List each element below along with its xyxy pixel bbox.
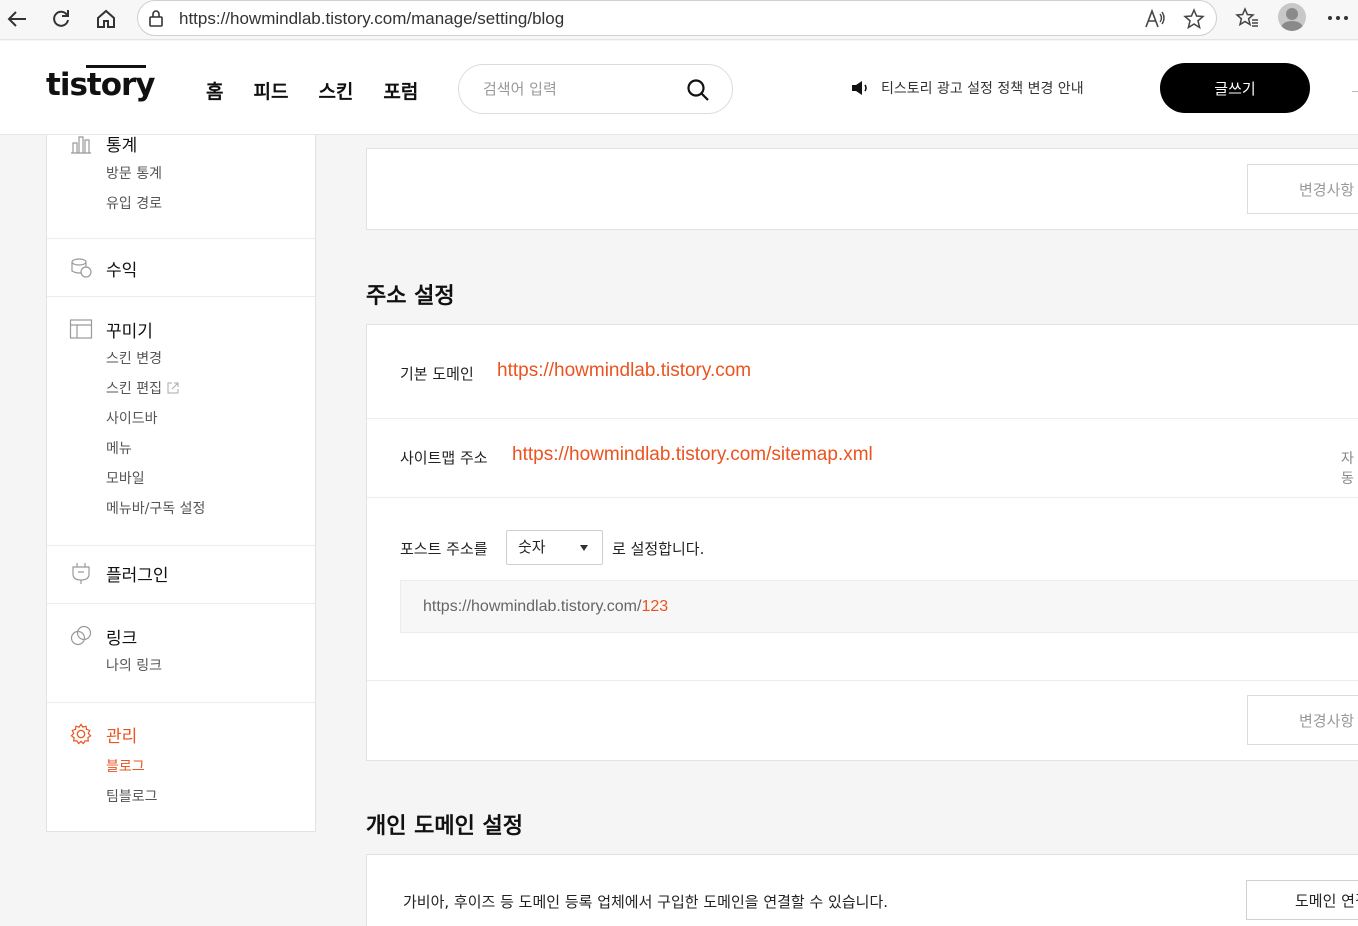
notice-text: 티스토리 광고 설정 정책 변경 안내 [881,81,1084,97]
nav-forum[interactable]: 포럼 [383,77,418,104]
search-box [458,64,733,114]
sitemap-auto-text: 자동 [1341,451,1354,487]
speaker-icon [852,81,867,95]
sidebar-group-link: 링크 나의 링크 [47,604,315,703]
nav-feed[interactable]: 피드 [253,77,288,104]
site-header: tistory 홈 피드 스킨 포럼 티스토리 광고 설정 정책 변경 안내 글… [0,41,1358,135]
preview-post-number: 123 [641,598,669,615]
default-domain-label: 기본 도메인 [400,365,474,383]
manage-sidebar: 통계 방문 통계 유입 경로 수익 꾸미기 스킨 변경 스킨 편집 사이드바 메… [46,135,316,832]
sidebar-item-my-links[interactable]: 나의 링크 [47,651,315,681]
sidebar-group-design: 꾸미기 스킨 변경 스킨 편집 사이드바 메뉴 모바일 메뉴바/구독 설정 [47,297,315,546]
notice-banner[interactable]: 티스토리 광고 설정 정책 변경 안내 [851,78,1084,98]
more-options-icon[interactable] [1325,6,1351,30]
read-aloud-icon[interactable] [1142,7,1168,31]
sitemap-row: 사이트맵 주소 https://howmindlab.tistory.com/s… [367,419,1358,498]
plug-icon [72,563,90,584]
custom-domain-panel: 가비아, 후이즈 등 도메인 등록 업체에서 구입한 도메인을 연결할 수 있습… [366,854,1358,926]
sidebar-title-revenue[interactable]: 수익 [47,253,315,283]
post-address-row: 포스트 주소를 숫자 로 설정합니다. https://howmindlab.t… [367,498,1358,681]
address-settings-panel: 기본 도메인 https://howmindlab.tistory.com 사이… [366,324,1358,761]
sidebar-group-stats: 통계 방문 통계 유입 경로 [47,133,315,239]
post-address-prefix: 포스트 주소를 [400,540,488,558]
sidebar-item-sidebar[interactable]: 사이드바 [47,404,315,434]
save-changes-button[interactable]: 변경사항 [1247,695,1358,745]
coins-icon [71,258,92,278]
sidebar-item-team-blog[interactable]: 팀블로그 [47,782,315,812]
sidebar-group-plugin: 플러그인 [47,546,315,604]
settings-main: 변경사항 주소 설정 기본 도메인 https://howmindlab.tis… [366,135,1358,926]
sitemap-label: 사이트맵 주소 [400,449,488,467]
sidebar-item-referrer[interactable]: 유입 경로 [47,189,315,219]
sidebar-group-revenue: 수익 [47,239,315,297]
tistory-logo[interactable]: tistory [46,65,156,103]
preview-base-url: https://howmindlab.tistory.com/ [423,598,642,615]
link-icon [70,625,92,646]
logo-bar [86,65,146,68]
sidebar-title-design[interactable]: 꾸미기 [47,314,315,344]
search-icon[interactable] [686,78,710,102]
address-section-title: 주소 설정 [366,284,455,309]
post-address-preview: https://howmindlab.tistory.com/123 [400,580,1358,633]
save-changes-button-top[interactable]: 변경사항 [1247,164,1358,214]
gear-icon [70,723,92,745]
lock-icon[interactable] [148,9,164,27]
address-bar[interactable]: https://howmindlab.tistory.com/manage/se… [137,0,1217,36]
browser-toolbar: https://howmindlab.tistory.com/manage/se… [0,0,1358,40]
sidebar-item-menubar-subscribe[interactable]: 메뉴바/구독 설정 [47,494,315,524]
refresh-icon[interactable] [46,4,76,34]
back-icon[interactable] [2,4,32,34]
global-nav: 홈 피드 스킨 포럼 [206,77,448,104]
post-address-select[interactable]: 숫자 [506,530,603,565]
layout-icon [69,319,93,339]
sidebar-item-skin-change[interactable]: 스킨 변경 [47,344,315,374]
external-link-icon [167,382,179,394]
chart-icon [71,136,91,154]
profile-avatar[interactable] [1278,3,1306,31]
search-input[interactable] [483,77,683,101]
header-edge [1352,86,1358,92]
domain-section-title: 개인 도메인 설정 [366,814,523,839]
nav-home[interactable]: 홈 [206,77,223,104]
sitemap-link[interactable]: https://howmindlab.tistory.com/sitemap.x… [512,444,873,466]
default-domain-row: 기본 도메인 https://howmindlab.tistory.com [367,325,1358,419]
sidebar-title-plugin[interactable]: 플러그인 [47,558,315,588]
sidebar-item-skin-edit[interactable]: 스킨 편집 [47,374,315,404]
domain-description: 가비아, 후이즈 등 도메인 등록 업체에서 구입한 도메인을 연결할 수 있습… [403,893,889,911]
connect-domain-button[interactable]: 도메인 연결 [1246,880,1358,920]
sidebar-group-manage: 관리 블로그 팀블로그 [47,703,315,812]
sidebar-title-manage[interactable]: 관리 [47,719,315,749]
favorites-icon[interactable] [1234,6,1260,30]
chevron-down-icon [580,545,588,551]
sidebar-item-menu[interactable]: 메뉴 [47,434,315,464]
sidebar-item-mobile[interactable]: 모바일 [47,464,315,494]
sidebar-title-link[interactable]: 링크 [47,621,315,651]
post-address-suffix: 로 설정합니다. [612,540,705,558]
favorite-star-icon[interactable] [1181,7,1207,31]
sidebar-item-blog[interactable]: 블로그 [47,752,315,782]
nav-skin[interactable]: 스킨 [318,77,353,104]
url-text[interactable]: https://howmindlab.tistory.com/manage/se… [179,9,564,29]
write-button[interactable]: 글쓰기 [1160,63,1310,113]
previous-settings-panel: 변경사항 [366,148,1358,230]
sidebar-item-visit-stats[interactable]: 방문 통계 [47,159,315,189]
default-domain-link[interactable]: https://howmindlab.tistory.com [497,360,751,382]
sidebar-title-stats[interactable]: 통계 [47,133,315,156]
home-icon[interactable] [91,4,121,34]
